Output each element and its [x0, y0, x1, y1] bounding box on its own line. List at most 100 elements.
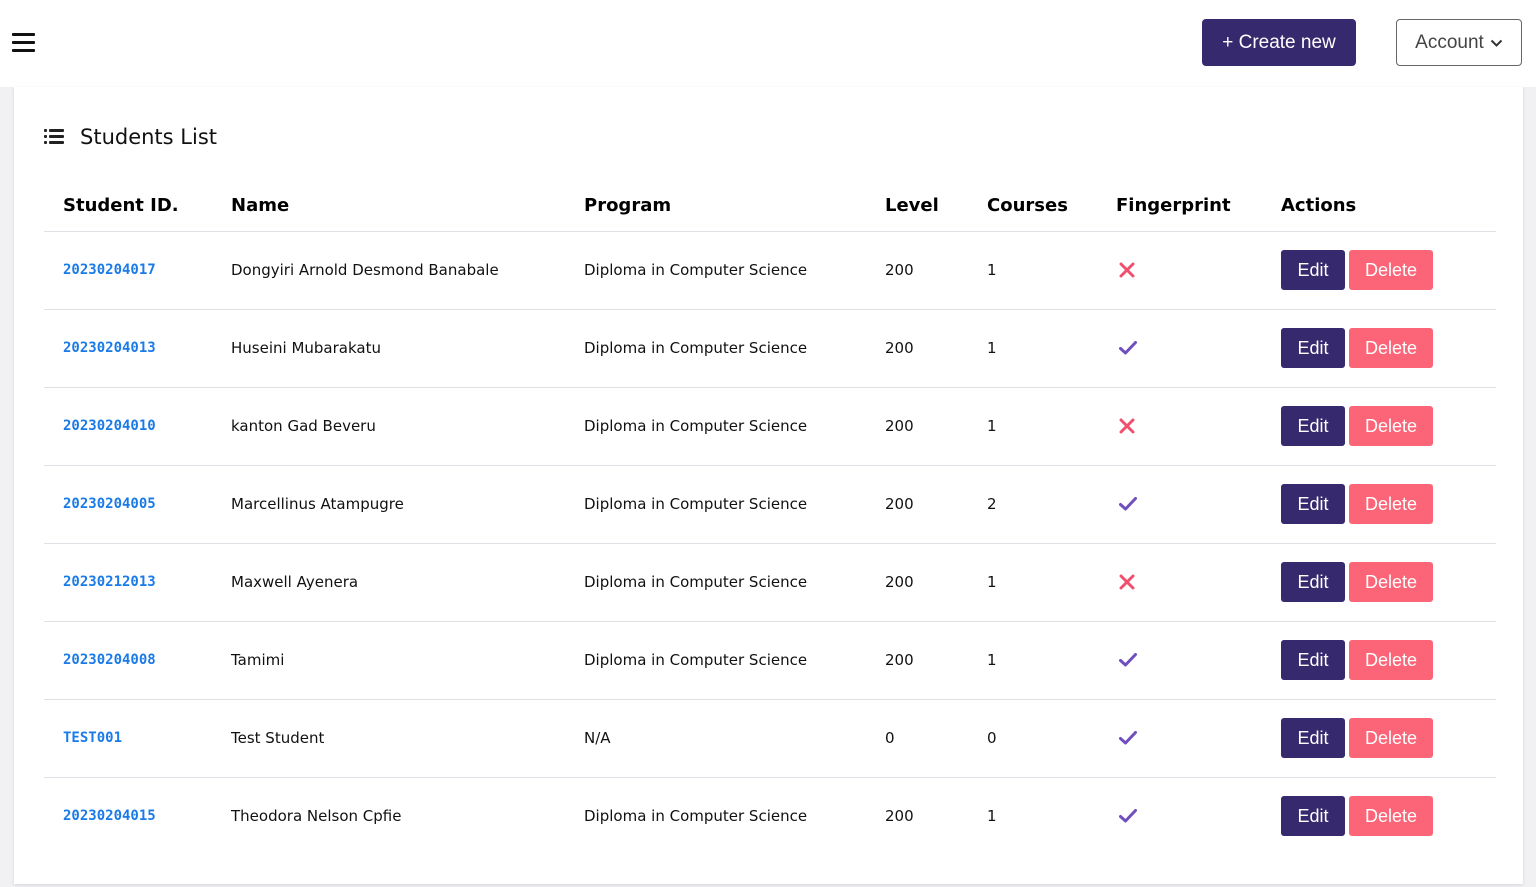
- table-row: 20230204005 Marcellinus Atampugre Diploma …: [44, 465, 1496, 544]
- fingerprint-cell: [1097, 387, 1262, 466]
- level-cell: 200: [866, 621, 968, 700]
- edit-button[interactable]: Edit: [1281, 796, 1345, 837]
- table-row: 20230204013 Huseini Mubarakatu Diploma in …: [44, 309, 1496, 388]
- student-id-link[interactable]: 20230204013: [63, 340, 156, 356]
- student-id-link[interactable]: 20230204010: [63, 418, 156, 434]
- check-icon: [1119, 653, 1137, 667]
- check-icon: [1119, 341, 1137, 355]
- level-cell: 200: [866, 231, 968, 310]
- edit-button[interactable]: Edit: [1281, 250, 1345, 290]
- student-id-cell: 20230212013: [44, 543, 212, 622]
- program-cell: Diploma in Computer Science: [565, 621, 866, 700]
- students-card: Students List Student ID. Name Program L…: [14, 87, 1523, 884]
- program-cell: Diploma in Computer Science: [565, 465, 866, 544]
- account-dropdown-button[interactable]: Account: [1396, 19, 1522, 66]
- name-cell: Test Student: [212, 699, 565, 778]
- student-id-cell: TEST001: [44, 699, 212, 778]
- hamburger-menu-icon[interactable]: [12, 31, 35, 53]
- delete-button[interactable]: Delete: [1349, 406, 1433, 446]
- courses-cell: 1: [987, 807, 997, 826]
- page-title: Students List: [80, 125, 217, 149]
- name-cell: kanton Gad Beveru: [212, 387, 565, 466]
- courses-cell: 1: [968, 621, 1097, 700]
- delete-button[interactable]: Delete: [1349, 640, 1433, 680]
- edit-button[interactable]: Edit: [1281, 328, 1345, 368]
- student-id-link[interactable]: 20230204005: [63, 496, 156, 512]
- actions-cell: Edit Delete: [1262, 465, 1496, 544]
- column-header-courses: Courses: [968, 181, 1097, 232]
- card-header: Students List: [44, 123, 217, 151]
- program-cell: Diploma in Computer Science: [565, 387, 866, 466]
- delete-button[interactable]: Delete: [1349, 250, 1433, 290]
- actions-cell: Edit Delete: [1262, 621, 1496, 700]
- column-header-student-id: Student ID.: [44, 181, 212, 232]
- program-cell: Diploma in Computer Science: [565, 231, 866, 310]
- name-cell: Dongyiri Arnold Desmond Banabale: [212, 231, 565, 310]
- column-header-name: Name: [212, 181, 565, 232]
- student-id-link[interactable]: TEST001: [63, 730, 122, 746]
- column-header-fingerprint: Fingerprint: [1097, 181, 1262, 232]
- cross-icon: [1119, 418, 1135, 434]
- actions-cell: Edit Delete: [1262, 699, 1496, 778]
- student-id-cell: 20230204013: [44, 309, 212, 388]
- actions-cell: Edit Delete: [1262, 309, 1496, 388]
- table-header-row: Student ID. Name Program Level Courses F…: [44, 181, 1496, 232]
- edit-button[interactable]: Edit: [1281, 562, 1345, 602]
- student-id-cell: 20230204008: [44, 621, 212, 700]
- check-icon: [1119, 809, 1137, 823]
- name-cell: Theodora Nelson Cpfie: [231, 807, 402, 826]
- name-cell: Maxwell Ayenera: [212, 543, 565, 622]
- students-table: Student ID. Name Program Level Courses F…: [44, 181, 1496, 855]
- student-id-link[interactable]: 20230212013: [63, 574, 156, 590]
- actions-cell: Edit Delete: [1262, 387, 1496, 466]
- cross-icon: [1119, 262, 1135, 278]
- create-new-button[interactable]: + Create new: [1202, 19, 1356, 66]
- column-header-program: Program: [565, 181, 866, 232]
- list-icon: [44, 129, 64, 145]
- name-cell: Huseini Mubarakatu: [212, 309, 565, 388]
- check-icon: [1119, 497, 1137, 511]
- edit-button[interactable]: Edit: [1281, 718, 1345, 758]
- table-row: 20230204008 Tamimi Diploma in Computer Sci…: [44, 621, 1496, 700]
- program-cell: Diploma in Computer Science: [565, 309, 866, 388]
- level-cell: 200: [866, 309, 968, 388]
- level-cell: 200: [885, 807, 914, 826]
- edit-button[interactable]: Edit: [1281, 484, 1345, 524]
- fingerprint-cell: [1097, 699, 1262, 778]
- table-row: 20230204017 Dongyiri Arnold Desmond Banab…: [44, 231, 1496, 310]
- level-cell: 200: [866, 543, 968, 622]
- program-cell: Diploma in Computer Science: [584, 807, 808, 826]
- actions-cell: Edit Delete: [1262, 231, 1496, 310]
- delete-button[interactable]: Delete: [1349, 328, 1433, 368]
- fingerprint-cell: [1097, 465, 1262, 544]
- edit-button[interactable]: Edit: [1281, 406, 1345, 446]
- table-row: TEST001 Test Student N/A 0 0 Edit Delete: [44, 699, 1496, 778]
- delete-button[interactable]: Delete: [1349, 562, 1433, 602]
- delete-button[interactable]: Delete: [1349, 718, 1433, 758]
- actions-cell: Edit Delete: [1262, 777, 1496, 855]
- courses-cell: 1: [968, 309, 1097, 388]
- fingerprint-cell: [1097, 543, 1262, 622]
- student-id-link[interactable]: 20230204015: [63, 808, 156, 824]
- edit-button[interactable]: Edit: [1281, 640, 1345, 680]
- student-id-cell: 20230204015: [44, 777, 212, 855]
- fingerprint-cell: [1097, 231, 1262, 310]
- student-id-cell: 20230204005: [44, 465, 212, 544]
- student-id-link[interactable]: 20230204017: [63, 262, 156, 278]
- create-new-label: + Create new: [1222, 31, 1336, 53]
- delete-button[interactable]: Delete: [1349, 796, 1433, 837]
- student-id-cell: 20230204010: [44, 387, 212, 466]
- check-icon: [1119, 731, 1137, 745]
- student-id-link[interactable]: 20230204008: [63, 652, 156, 668]
- table-row: 20230204010 kanton Gad Beveru Diploma in C…: [44, 387, 1496, 466]
- student-id-cell: 20230204017: [44, 231, 212, 310]
- courses-cell: 0: [968, 699, 1097, 778]
- courses-cell: 1: [968, 543, 1097, 622]
- level-cell: 200: [866, 387, 968, 466]
- actions-cell: Edit Delete: [1262, 543, 1496, 622]
- account-label: Account: [1415, 31, 1484, 53]
- fingerprint-cell: [1097, 621, 1262, 700]
- name-cell: Tamimi: [212, 621, 565, 700]
- column-header-actions: Actions: [1262, 181, 1496, 232]
- delete-button[interactable]: Delete: [1349, 484, 1433, 524]
